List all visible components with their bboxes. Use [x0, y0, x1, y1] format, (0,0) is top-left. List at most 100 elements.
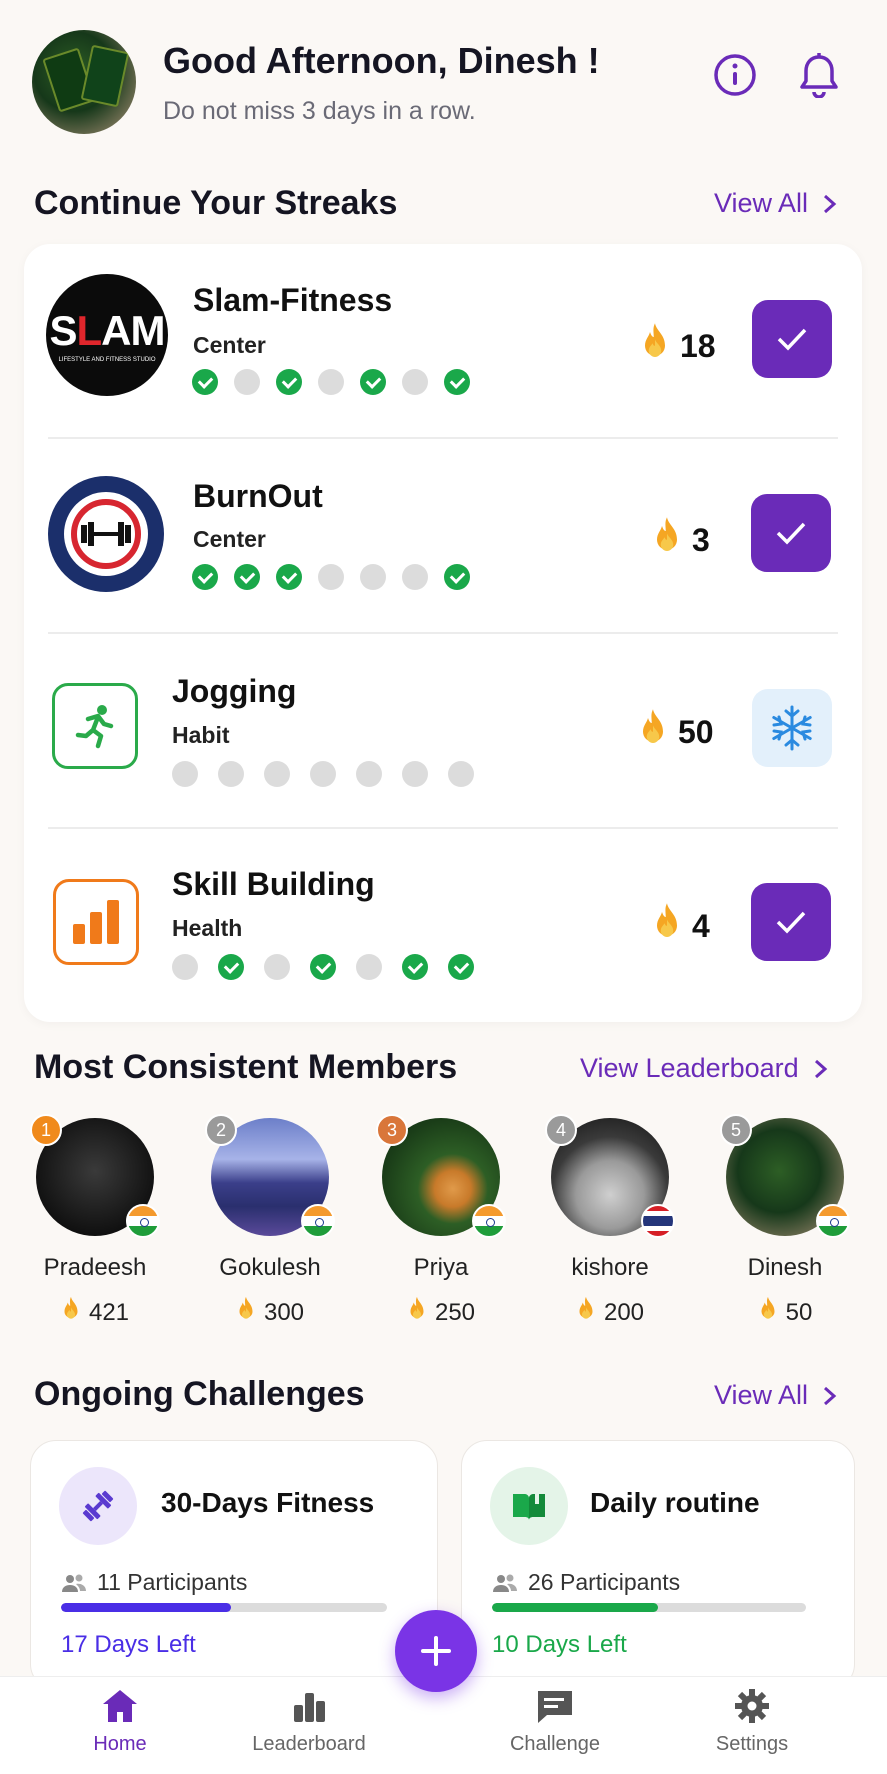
book-icon	[490, 1467, 568, 1545]
check-in-button[interactable]	[751, 494, 831, 572]
streak-type: Habit	[172, 722, 230, 748]
streaks-view-all-link[interactable]: View All	[714, 188, 838, 219]
streak-count-value: 3	[692, 521, 710, 558]
nav-label: Leaderboard	[252, 1733, 366, 1755]
nav-leaderboard[interactable]: Leaderboard	[234, 1687, 384, 1756]
running-icon	[52, 683, 138, 769]
india-flag-icon	[126, 1204, 160, 1238]
member-card[interactable]: 4 kishore 200	[535, 1114, 685, 1329]
member-avatar: 1	[30, 1114, 160, 1238]
challenges-view-all-link[interactable]: View All	[714, 1380, 838, 1411]
check-in-button[interactable]	[751, 883, 831, 961]
flame-icon	[236, 1296, 256, 1329]
profile-avatar[interactable]	[32, 30, 136, 134]
add-button[interactable]	[395, 1610, 477, 1692]
slam-logo: SLAM LIFESTYLE AND FITNESS STUDIO	[46, 274, 168, 396]
member-name: Gokulesh	[219, 1254, 321, 1281]
challenge-title: 30-Days Fitness	[161, 1487, 375, 1518]
day-missed-dot	[356, 761, 382, 787]
gear-icon	[735, 1689, 769, 1723]
member-score: 421	[20, 1296, 170, 1329]
streak-title: Slam-Fitness	[193, 282, 393, 318]
member-card[interactable]: 3 Priya 250	[366, 1114, 516, 1329]
india-flag-icon	[816, 1204, 850, 1238]
challenge-progress-bar	[492, 1603, 806, 1612]
member-score-value: 300	[263, 1298, 305, 1326]
check-in-button[interactable]	[752, 300, 832, 378]
member-name: kishore	[571, 1254, 649, 1281]
flame-icon	[61, 1296, 81, 1329]
rank-badge: 2	[205, 1114, 237, 1146]
day-completed-dot	[444, 369, 470, 395]
day-missed-dot	[264, 954, 290, 980]
dumbbell-icon	[59, 1467, 137, 1545]
chevron-right-icon	[814, 1059, 827, 1078]
member-avatar: 5	[720, 1114, 850, 1238]
thailand-flag-icon	[641, 1204, 675, 1238]
challenge-card[interactable]: 30-Days Fitness 11 Participants 17 Days …	[30, 1440, 438, 1690]
day-completed-dot	[192, 369, 218, 395]
member-score-value: 250	[434, 1298, 476, 1326]
day-missed-dot	[402, 761, 428, 787]
freeze-button[interactable]	[752, 689, 832, 767]
people-icon	[62, 1574, 86, 1592]
nav-settings[interactable]: Settings	[677, 1687, 827, 1756]
streak-title: Skill Building	[172, 866, 375, 902]
day-missed-dot	[402, 564, 428, 590]
nav-challenge[interactable]: Challenge	[480, 1687, 630, 1756]
day-completed-dot	[192, 564, 218, 590]
flame-icon	[640, 322, 670, 370]
greeting-subtitle: Do not miss 3 days in a row.	[163, 97, 476, 125]
day-completed-dot	[444, 564, 470, 590]
people-icon	[493, 1574, 517, 1592]
bell-icon[interactable]	[796, 52, 842, 98]
member-score: 50	[710, 1296, 860, 1329]
day-completed-dot	[218, 954, 244, 980]
chevron-right-icon	[824, 194, 837, 213]
member-card[interactable]: 1 Pradeesh 421	[20, 1114, 170, 1329]
streak-count-value: 18	[680, 327, 716, 364]
rank-badge: 5	[720, 1114, 752, 1146]
days-left-label: 10 Days Left	[492, 1631, 627, 1658]
streak-title: Jogging	[172, 673, 297, 709]
info-icon[interactable]	[712, 52, 758, 98]
streak-week-dots	[192, 369, 470, 395]
member-card[interactable]: 5 Dinesh 50	[710, 1114, 860, 1329]
member-name: Dinesh	[747, 1254, 823, 1281]
rank-badge: 3	[376, 1114, 408, 1146]
divider	[48, 827, 838, 829]
day-missed-dot	[356, 954, 382, 980]
nav-home[interactable]: Home	[45, 1687, 195, 1756]
challenge-title: Daily routine	[590, 1487, 760, 1518]
day-missed-dot	[264, 761, 290, 787]
view-leaderboard-link[interactable]: View Leaderboard	[580, 1053, 829, 1084]
member-card[interactable]: 2 Gokulesh 300	[195, 1114, 345, 1329]
rank-badge: 4	[545, 1114, 577, 1146]
streak-count-value: 50	[678, 713, 714, 750]
day-completed-dot	[276, 564, 302, 590]
chat-icon	[538, 1691, 572, 1723]
challenge-card[interactable]: Daily routine 26 Participants 10 Days Le…	[461, 1440, 855, 1690]
streak-week-dots	[172, 761, 474, 787]
member-avatar: 2	[205, 1114, 335, 1238]
members-section-title: Most Consistent Members	[34, 1048, 458, 1086]
view-leaderboard-label: View Leaderboard	[580, 1053, 799, 1083]
day-completed-dot	[360, 369, 386, 395]
flame-icon	[652, 902, 682, 950]
greeting-title: Good Afternoon, Dinesh !	[163, 40, 600, 81]
day-missed-dot	[172, 954, 198, 980]
day-missed-dot	[218, 761, 244, 787]
streak-week-dots	[192, 564, 470, 590]
days-left-label: 17 Days Left	[61, 1631, 196, 1658]
india-flag-icon	[301, 1204, 335, 1238]
day-missed-dot	[234, 369, 260, 395]
leaderboard-icon	[294, 1693, 325, 1722]
streak-type: Center	[193, 526, 266, 552]
member-avatar: 4	[545, 1114, 675, 1238]
day-completed-dot	[310, 954, 336, 980]
chevron-right-icon	[824, 1386, 837, 1405]
view-all-label: View All	[714, 188, 809, 218]
flame-icon	[407, 1296, 427, 1329]
flame-icon	[652, 516, 682, 564]
day-missed-dot	[318, 564, 344, 590]
